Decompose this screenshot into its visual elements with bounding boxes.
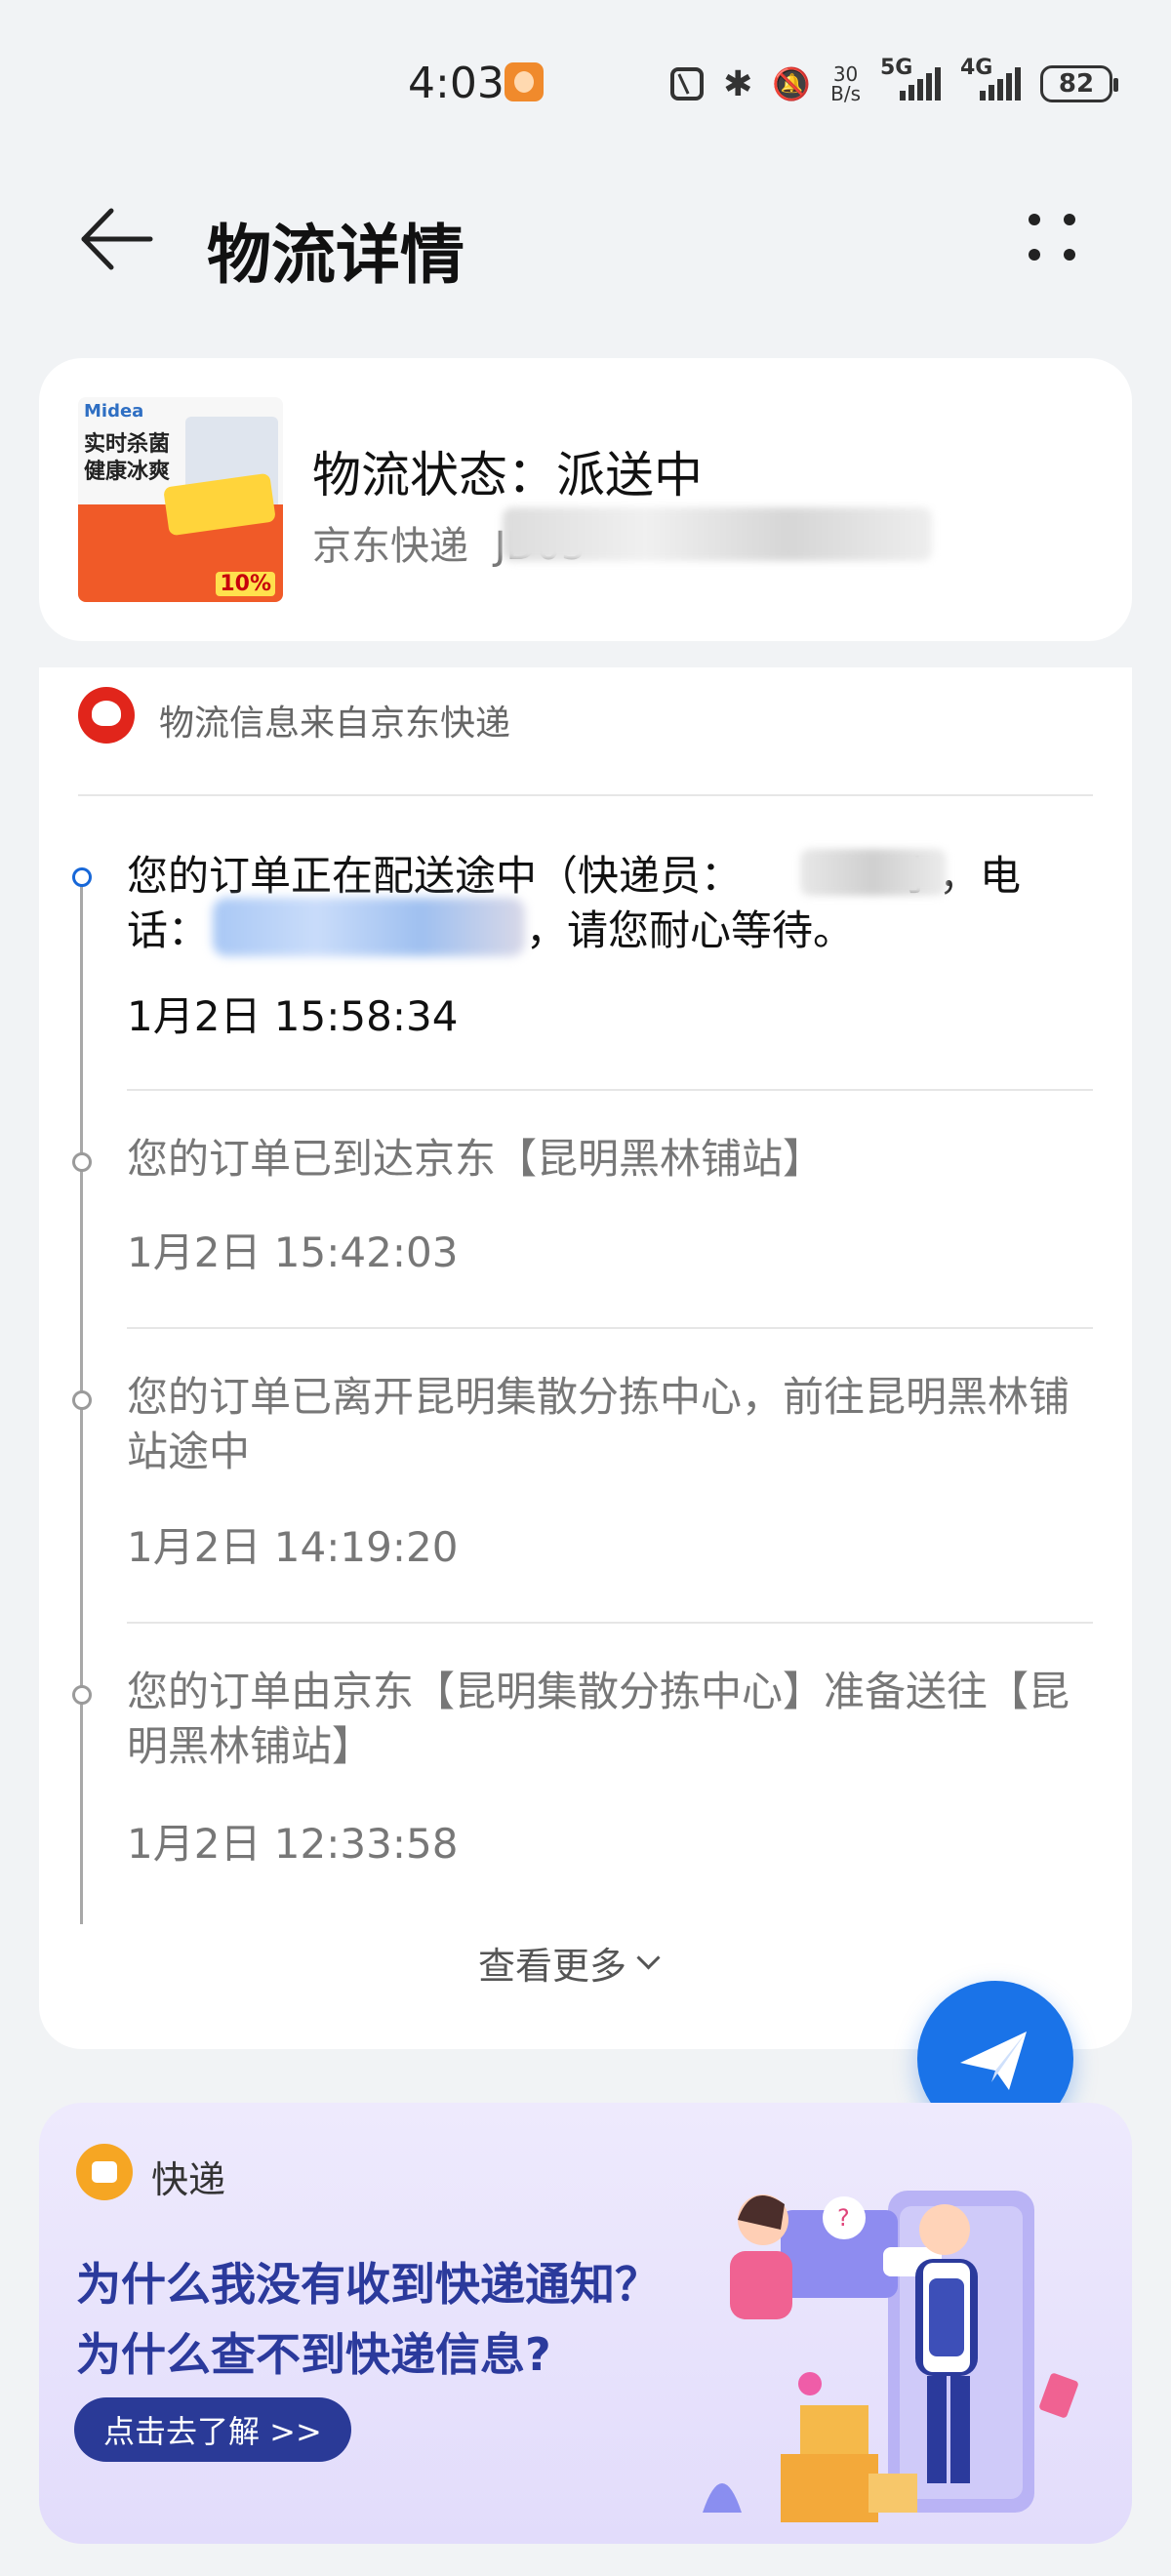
app-notification-icon bbox=[505, 62, 544, 101]
network-speed-unit: B/s bbox=[830, 82, 861, 105]
product-brand: Midea bbox=[84, 401, 144, 422]
promo-question-1: 为什么我没有收到快递通知？ bbox=[76, 2258, 660, 2311]
redacted-phone-blur bbox=[213, 898, 525, 956]
network-speed: 30 B/s bbox=[830, 64, 861, 103]
redacted-tracking bbox=[503, 507, 932, 561]
mute-bell-icon: 🔕 bbox=[772, 65, 812, 102]
redacted-courier-blur bbox=[800, 849, 947, 896]
help-promo-banner[interactable]: 快递 为什么我没有收到快递通知？ 为什么查不到快递信息? 点击去了解 >> ? bbox=[39, 2103, 1132, 2544]
svg-text:?: ? bbox=[837, 2204, 850, 2232]
product-tagline-2: 健康冰爽 bbox=[84, 460, 171, 484]
timeline-node bbox=[72, 1390, 92, 1410]
nfc-icon bbox=[670, 67, 705, 101]
event-1-line2-b: ，请您耐心等待。 bbox=[526, 906, 855, 954]
promo-question-2: 为什么查不到快递信息? bbox=[76, 2328, 551, 2381]
timeline-event-time: 1月2日 12:33:58 bbox=[127, 1820, 459, 1868]
timeline-event-text: 您的订单由京东【昆明集散分拣中心】准备送往【昆明黑林铺站】 bbox=[127, 1668, 1070, 1770]
signal-5g-label: 5G bbox=[880, 56, 913, 80]
learn-more-button[interactable]: 点击去了解 >> bbox=[74, 2397, 351, 2462]
status-icons: ✱ 🔕 30 B/s 5G 4G 82 bbox=[670, 56, 1118, 107]
timeline-event-text: 您的订单已到达京东【昆明黑林铺站】 bbox=[127, 1135, 825, 1183]
timeline-event-text: 您的订单已离开昆明集散分拣中心，前往昆明黑林铺站途中 bbox=[127, 1373, 1070, 1475]
view-more-label: 查看更多 bbox=[478, 1945, 627, 1988]
jd-logo-icon bbox=[78, 687, 135, 744]
timeline-node-active bbox=[72, 867, 92, 887]
divider bbox=[78, 794, 1093, 796]
carrier-name: 京东快递 bbox=[312, 524, 468, 569]
courier-illustration: ? bbox=[703, 2191, 1078, 2522]
chevron-down-icon bbox=[636, 1946, 661, 1970]
timeline-separator bbox=[127, 1622, 1093, 1624]
timeline-event-time: 1月2日 15:42:03 bbox=[127, 1228, 459, 1276]
bluetooth-icon: ✱ bbox=[723, 63, 753, 104]
back-arrow-icon[interactable] bbox=[78, 205, 156, 273]
parcel-icon bbox=[76, 2144, 133, 2200]
event-1-line1-a: 您的订单正在配送途中（快递员： bbox=[127, 852, 743, 900]
product-thumbnail[interactable]: Midea 实时杀菌 健康冰爽 10% bbox=[78, 397, 283, 602]
timeline-event-time: 1月2日 15:58:34 bbox=[127, 992, 459, 1040]
signal-4g-label: 4G bbox=[960, 56, 993, 80]
timeline-node bbox=[72, 1685, 92, 1705]
delivery-status: 物流状态：派送中 bbox=[312, 447, 703, 503]
signal-4g-icon: 4G bbox=[960, 56, 1021, 101]
order-summary-card[interactable]: Midea 实时杀菌 健康冰爽 10% 物流状态：派送中 京东快递 JD03 bbox=[39, 358, 1132, 641]
timeline-separator bbox=[127, 1327, 1093, 1329]
signal-5g-icon: 5G bbox=[880, 56, 941, 101]
timeline-event-time: 1月2日 14:19:20 bbox=[127, 1523, 459, 1571]
status-time: 4:03 bbox=[408, 59, 505, 108]
status-bar: 4:03 ✱ 🔕 30 B/s 5G 4G 82 bbox=[0, 0, 1171, 146]
source-info: 物流信息来自京东快递 bbox=[159, 704, 511, 744]
page-title: 物流详情 bbox=[207, 218, 464, 293]
more-options-icon[interactable] bbox=[1025, 210, 1083, 268]
battery-level: 82 bbox=[1058, 69, 1095, 99]
product-badge: 10% bbox=[216, 572, 275, 596]
timeline-separator bbox=[127, 1089, 1093, 1091]
battery-icon: 82 bbox=[1040, 65, 1118, 102]
event-1-line2-a: 话： bbox=[127, 906, 210, 954]
timeline-node bbox=[72, 1152, 92, 1172]
view-more-button[interactable]: 查看更多 bbox=[478, 1936, 661, 1990]
promo-category: 快递 bbox=[151, 2158, 226, 2201]
network-speed-value: 30 bbox=[832, 62, 859, 86]
logistics-timeline-card: 物流信息来自京东快递 您的订单正在配送途中（快递员： 宇，电 话： ，请您耐心等… bbox=[39, 667, 1132, 2049]
